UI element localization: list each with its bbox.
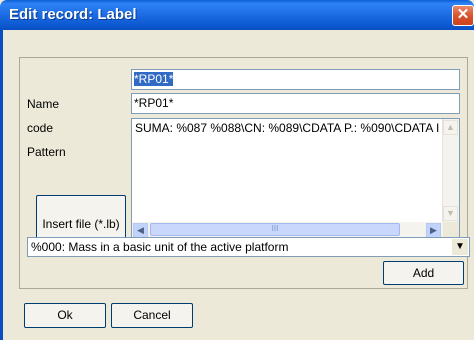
dropdown-arrow-icon[interactable]: ▼ [452,239,468,255]
name-label: Name [27,97,60,111]
horizontal-scrollbar[interactable]: ◀ III ▶ [132,222,459,238]
scroll-left-icon[interactable]: ◀ [133,223,148,238]
cancel-button[interactable]: Cancel [111,303,193,328]
vertical-scrollbar[interactable]: ▲ ▼ [442,119,459,222]
window-frame [0,30,3,340]
code-field[interactable]: *RP01* [131,93,460,114]
code-label: code [27,121,54,135]
scroll-up-icon[interactable]: ▲ [443,120,458,135]
size-grip [443,222,459,238]
add-button[interactable]: Add [383,261,464,285]
macro-select-value: %000: Mass in a basic unit of the active… [31,240,289,254]
close-button[interactable]: ✕ [452,5,474,26]
code-field-value: *RP01* [134,96,174,110]
name-field[interactable]: *RP01* [131,69,460,90]
pattern-label: Pattern [27,145,66,159]
scroll-down-icon[interactable]: ▼ [443,206,458,221]
ok-button[interactable]: Ok [24,303,106,328]
scroll-right-icon[interactable]: ▶ [426,223,441,238]
macro-select[interactable]: %000: Mass in a basic unit of the active… [27,237,470,257]
horizontal-scroll-thumb[interactable]: III [150,223,400,236]
pattern-textarea[interactable]: SUMA: %087 %088\CN: %089\CDATA P.: %090\… [131,118,460,239]
pattern-value: SUMA: %087 %088\CN: %089\CDATA P.: %090\… [135,121,440,135]
title-bar[interactable]: Edit record: Label ✕ [0,0,474,30]
name-field-value: *RP01* [134,72,174,86]
edit-record-dialog: Edit record: Label ✕ Name *RP01* code *R… [0,0,474,340]
window-title: Edit record: Label [9,6,137,23]
